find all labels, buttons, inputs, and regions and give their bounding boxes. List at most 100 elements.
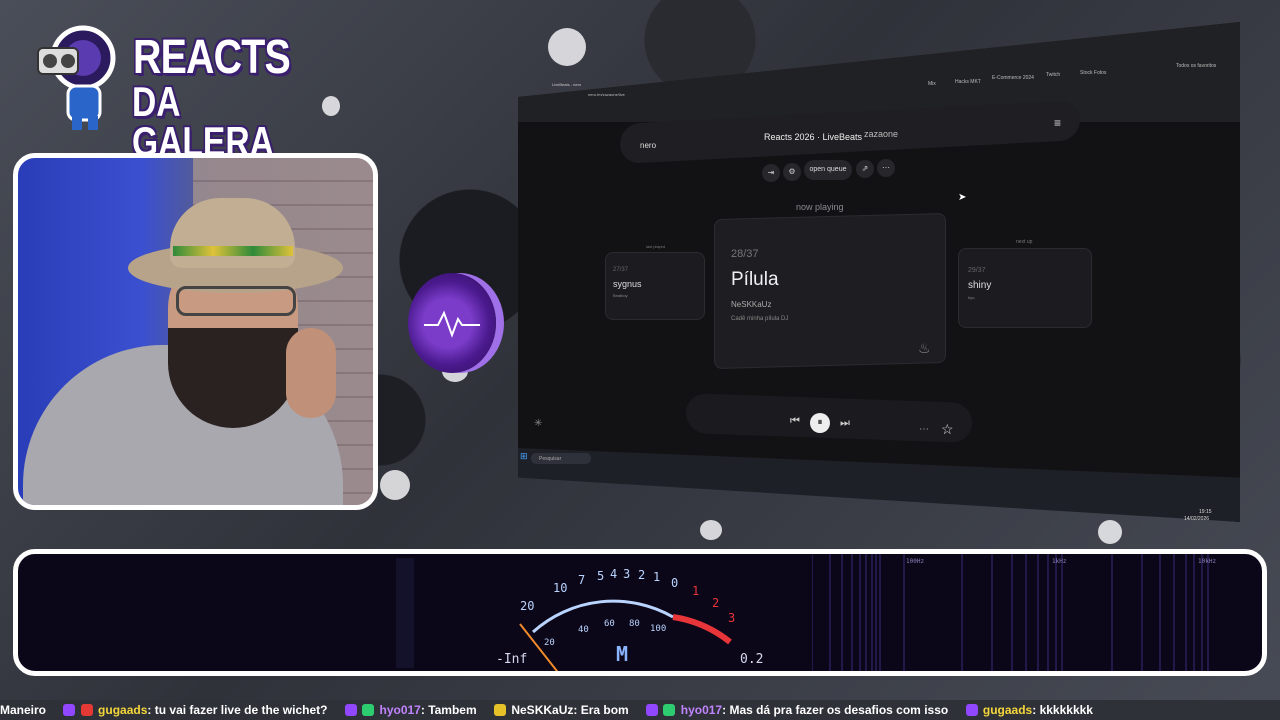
current-comment: Cadê minha pílula DJ xyxy=(731,316,789,322)
chat-username[interactable]: gugaads xyxy=(98,703,147,717)
clock-date: 14/02/2026 xyxy=(1184,516,1210,522)
browser-tab[interactable]: LiveBeats - nero xyxy=(552,82,581,87)
logo-subtitle: DA GALERA xyxy=(132,78,274,165)
bookmark-twitch[interactable]: Twitch xyxy=(1046,72,1060,78)
vu-bottom-label: 100 xyxy=(650,624,666,634)
last-played-artist: Beatboy xyxy=(613,293,628,298)
current-artist: NeSKKaUz xyxy=(731,300,772,309)
paint-splat xyxy=(1098,520,1122,544)
settings-icon[interactable]: ⚙ xyxy=(783,163,801,181)
spectrum-analyzer xyxy=(812,554,1209,671)
chat-username[interactable]: hyo017 xyxy=(681,703,722,717)
bookmark-mix[interactable]: Mix xyxy=(928,81,936,87)
bookmark-ecommerce[interactable]: E-Commerce 2024 xyxy=(992,75,1034,81)
hat-top xyxy=(170,198,295,268)
vip-badge-icon xyxy=(362,704,375,716)
vu-top-label: 0 xyxy=(671,576,678,590)
now-playing-label: now playing xyxy=(796,202,844,212)
current-count: 28/37 xyxy=(731,248,759,260)
chat-text: Tambem xyxy=(428,703,477,717)
astronaut-mascot-icon xyxy=(37,25,116,130)
flame-icon: ♨ xyxy=(918,340,931,356)
sub-badge-icon xyxy=(965,704,978,716)
right-readout: 0.2 xyxy=(740,652,764,667)
chat-username[interactable]: NeSKKaUz xyxy=(511,703,573,717)
app-brand[interactable]: nero xyxy=(640,141,656,150)
vu-top-label: 4 xyxy=(610,567,617,581)
vu-top-label: 2 xyxy=(712,596,719,610)
glasses xyxy=(176,286,296,316)
bookmark-stock[interactable]: Stock Fotos xyxy=(1080,70,1106,76)
audio-meter-panel: 0 6 12 24 36 50 20 10 7 5 4 3 2 1 0 1 2 … xyxy=(13,549,1267,676)
clock-time: 19:15 xyxy=(1199,509,1212,515)
freq-label: 1kHz xyxy=(1052,558,1067,565)
vu-bottom-label: 80 xyxy=(629,619,640,629)
last-played-heading: last played xyxy=(646,244,666,249)
next-up-artist: hyo xyxy=(968,295,975,300)
mouse-cursor-icon: ➤ xyxy=(958,192,967,203)
bookmark-all[interactable]: Todos os favoritos xyxy=(1176,63,1216,69)
chat-message: gugaads: tu vai fazer live de the wichet… xyxy=(63,703,327,717)
hat-band xyxy=(173,246,293,256)
left-readout: -Inf xyxy=(496,652,528,667)
chat-message: Maneiro xyxy=(0,703,46,717)
title-separator: · xyxy=(856,131,859,140)
logo-title: REACTS xyxy=(133,31,291,84)
previous-track-icon[interactable]: ⏮ xyxy=(790,415,800,428)
sub-badge-icon xyxy=(646,704,659,716)
chat-text: kkkkkkkk xyxy=(1039,703,1093,717)
chat-message: hyo017: Mas dá pra fazer os desafios com… xyxy=(646,703,948,717)
person-hand xyxy=(286,328,336,418)
chat-text: tu vai fazer live de the wichet? xyxy=(154,703,328,717)
address-bar[interactable]: nero.fm/zazaone/live xyxy=(588,92,625,97)
taskbar-search[interactable]: Pesquisar xyxy=(531,453,591,464)
vu-bottom-label: 60 xyxy=(604,619,615,629)
vu-top-label: 1 xyxy=(692,584,699,598)
vu-top-label: 10 xyxy=(553,581,567,595)
chat-message: gugaads: kkkkkkkk xyxy=(965,703,1093,717)
hamburger-icon[interactable]: ≡ xyxy=(1054,116,1061,130)
paint-splat xyxy=(548,28,586,66)
sub-badge-icon xyxy=(344,704,357,716)
vu-top-label: 7 xyxy=(578,573,585,587)
login-icon[interactable]: ⇥ xyxy=(762,164,780,182)
next-up-heading: next up xyxy=(1016,239,1033,245)
bits-badge-icon xyxy=(494,704,506,716)
next-up-count: 29/37 xyxy=(968,267,986,274)
vu-bottom-label: 40 xyxy=(578,625,589,635)
vu-top-label: 3 xyxy=(728,611,735,625)
sparkle-icon[interactable]: ✳ xyxy=(534,418,542,429)
chat-message: NeSKKaUz: Era bom xyxy=(494,703,629,717)
vu-bottom-label: 20 xyxy=(544,638,555,648)
favorite-star-icon[interactable]: ☆ xyxy=(941,421,954,438)
play-pause-icon[interactable]: ⏸ xyxy=(810,413,830,433)
level-bar xyxy=(396,558,414,668)
last-played-title: sygnus xyxy=(613,279,642,289)
chat-text: Maneiro xyxy=(0,703,47,717)
meter-mode: M xyxy=(616,642,629,666)
app-title: Reacts 2026 · LiveBeats xyxy=(764,132,863,142)
share-icon[interactable]: ⇗ xyxy=(856,160,874,178)
open-queue-button[interactable]: open queue xyxy=(804,160,852,180)
chat-username[interactable]: gugaads xyxy=(983,703,1032,717)
vu-top-label: 3 xyxy=(623,567,630,581)
bookmark-hacks[interactable]: Hacks MKT xyxy=(955,79,981,85)
windows-start-icon[interactable]: ⊞ xyxy=(520,451,528,462)
paint-splat xyxy=(380,470,410,500)
mod-badge-icon xyxy=(80,704,93,716)
now-playing-card[interactable] xyxy=(714,212,946,370)
chat-ticker: Maneiro gugaads: tu vai fazer live de th… xyxy=(0,700,1280,720)
next-track-icon[interactable]: ⏭ xyxy=(840,417,850,430)
last-played-count: 27/37 xyxy=(613,267,629,273)
vip-badge-icon xyxy=(663,704,676,716)
freq-label: 10kHz xyxy=(1198,558,1217,565)
chat-username[interactable]: hyo017 xyxy=(379,703,420,717)
vu-top-label: 1 xyxy=(653,570,660,584)
chat-ticker-content: Maneiro gugaads: tu vai fazer live de th… xyxy=(0,703,1107,717)
app-user[interactable]: zazaone xyxy=(864,129,898,139)
paint-splat xyxy=(700,520,722,540)
next-up-title: shiny xyxy=(968,280,992,291)
more-icon[interactable]: ⋯ xyxy=(877,159,895,177)
channel-logo: REACTS DA GALERA xyxy=(28,18,291,163)
more-options-icon[interactable]: ⋯ xyxy=(919,424,929,435)
